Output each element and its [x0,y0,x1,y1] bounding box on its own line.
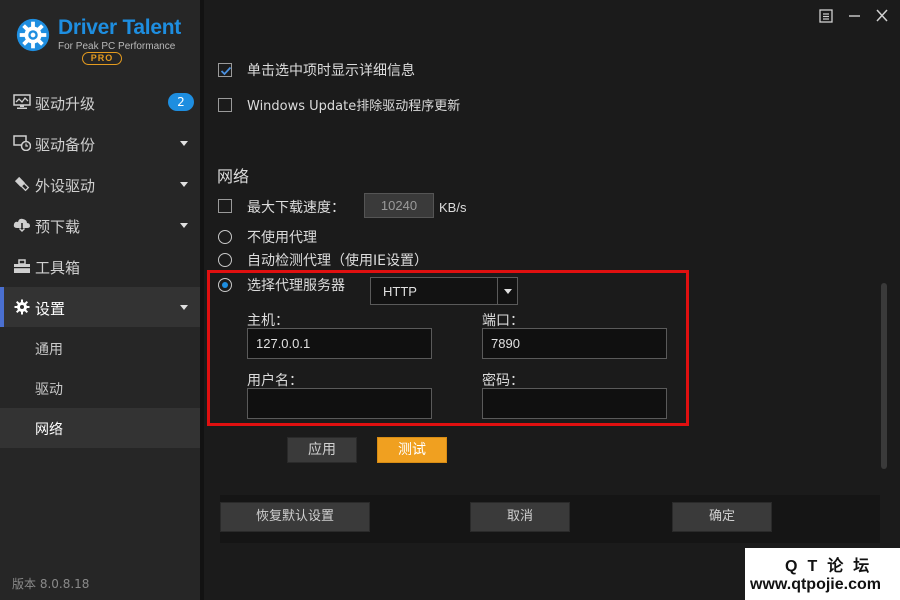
username-label: 用户名： [247,373,303,389]
app-logo: Driver Talent For Peak PC Performance PR… [12,14,197,70]
sidebar-item-pre-download[interactable]: 预下载 [0,205,200,245]
gear-icon [14,299,30,315]
watermark-title: QT论坛 [785,558,880,575]
proxy-select-label: 选择代理服务器 [247,278,345,294]
sidebar-item-label: 工具箱 [35,259,81,277]
sidebar-item-label: 驱动升级 [35,95,96,113]
sidebar-item-settings[interactable]: 设置 [0,287,200,327]
host-label: 主机： [247,313,289,329]
proxy-type-value: HTTP [383,284,417,299]
vertical-scrollbar[interactable] [881,283,887,469]
usb-icon [14,176,30,192]
max-speed-checkbox[interactable] [218,199,232,213]
watermark: QT论坛 www.qtpojie.com [745,548,900,600]
chevron-down-icon [180,141,188,146]
port-label: 端口： [482,313,524,329]
port-input[interactable] [482,328,667,359]
update-count-badge: 2 [168,93,194,111]
sidebar-item-label: 预下载 [35,218,81,236]
proxy-auto-label: 自动检测代理（使用IE设置） [247,253,428,269]
cancel-button[interactable]: 取消 [470,502,570,532]
host-input[interactable] [247,328,432,359]
sidebar-subitem-label: 驱动 [35,382,63,398]
network-section-heading: 网络 [217,167,250,186]
sidebar-divider [200,0,204,600]
restore-defaults-button[interactable]: 恢复默认设置 [220,502,370,532]
close-button[interactable] [871,6,893,26]
proxy-type-dropdown[interactable]: HTTP [370,277,518,305]
brand-tagline: For Peak PC Performance [58,41,176,52]
proxy-auto-radio[interactable] [218,253,232,267]
brand-name: Driver Talent [58,16,181,39]
sidebar-item-label: 设置 [35,300,66,318]
sidebar-item-toolbox[interactable]: 工具箱 [0,246,200,286]
watermark-url: www.qtpojie.com [750,576,881,593]
sidebar: Driver Talent For Peak PC Performance PR… [0,0,200,600]
monitor-icon [13,94,31,109]
ok-button[interactable]: 确定 [672,502,772,532]
max-speed-input[interactable] [364,193,434,218]
sidebar-subitem-network[interactable]: 网络 [0,408,200,448]
gear-logo-icon [16,18,50,52]
pro-badge: PRO [82,52,122,65]
show-details-checkbox[interactable] [218,63,232,77]
proxy-none-radio[interactable] [218,230,232,244]
menu-button[interactable] [815,6,837,26]
windows-update-exclude-checkbox[interactable] [218,98,232,112]
sidebar-subitem-label: 网络 [35,422,63,438]
windows-update-exclude-label: Windows Update排除驱动程序更新 [247,99,461,114]
proxy-select-radio[interactable] [218,278,232,292]
dropdown-separator [497,278,498,304]
sidebar-subitem-general[interactable]: 通用 [0,328,200,368]
proxy-none-label: 不使用代理 [247,230,317,246]
sidebar-item-label: 外设驱动 [35,177,96,195]
menu-icon [819,9,833,23]
max-speed-unit: KB/s [439,200,467,215]
show-details-label: 单击选中项时显示详细信息 [247,63,415,79]
chevron-down-icon [180,305,188,310]
password-input[interactable] [482,388,667,419]
apply-button[interactable]: 应用 [287,437,357,463]
max-speed-label: 最大下载速度： [247,200,345,216]
chevron-down-icon [504,289,512,294]
sidebar-item-label: 驱动备份 [35,136,96,154]
minimize-icon [849,15,860,17]
toolbox-icon [14,259,30,273]
test-button[interactable]: 测试 [377,437,447,463]
sidebar-item-driver-update[interactable]: 驱动升级 2 [0,82,200,122]
sidebar-item-peripheral-drivers[interactable]: 外设驱动 [0,164,200,204]
minimize-button[interactable] [843,6,865,26]
sidebar-subitem-driver[interactable]: 驱动 [0,368,200,408]
active-indicator [0,287,4,327]
backup-clock-icon [13,135,31,151]
chevron-down-icon [180,223,188,228]
checkmark-icon [220,66,232,76]
close-icon [876,9,888,22]
password-label: 密码： [482,373,524,389]
username-input[interactable] [247,388,432,419]
version-label: 版本 8.0.8.18 [12,577,90,591]
chevron-down-icon [180,182,188,187]
sidebar-item-driver-backup[interactable]: 驱动备份 [0,123,200,163]
cloud-download-icon [13,218,31,233]
sidebar-subitem-label: 通用 [35,342,63,358]
